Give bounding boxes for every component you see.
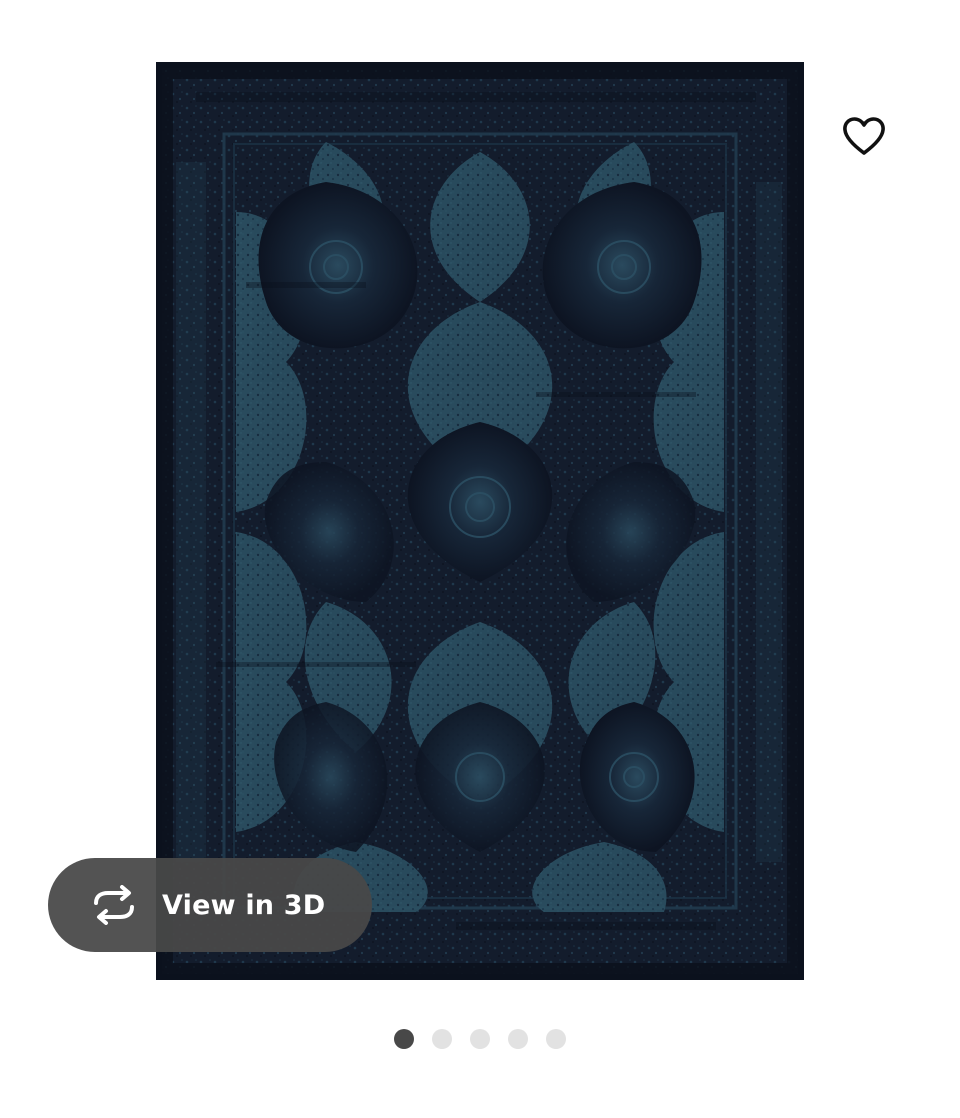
view-in-3d-label: View in 3D — [162, 889, 326, 921]
carousel-dot-3[interactable] — [470, 1029, 490, 1049]
view-in-3d-button[interactable]: View in 3D — [48, 858, 372, 952]
rug-illustration — [156, 62, 804, 980]
carousel-dot-5[interactable] — [546, 1029, 566, 1049]
carousel-dot-2[interactable] — [432, 1029, 452, 1049]
rotate-arrows-icon — [88, 885, 140, 925]
carousel-dot-1[interactable] — [394, 1029, 414, 1049]
carousel-dot-4[interactable] — [508, 1029, 528, 1049]
carousel-pagination — [0, 1028, 960, 1050]
heart-outline-icon — [843, 117, 885, 155]
favorite-button[interactable] — [822, 94, 906, 178]
rug-photo — [156, 62, 804, 980]
